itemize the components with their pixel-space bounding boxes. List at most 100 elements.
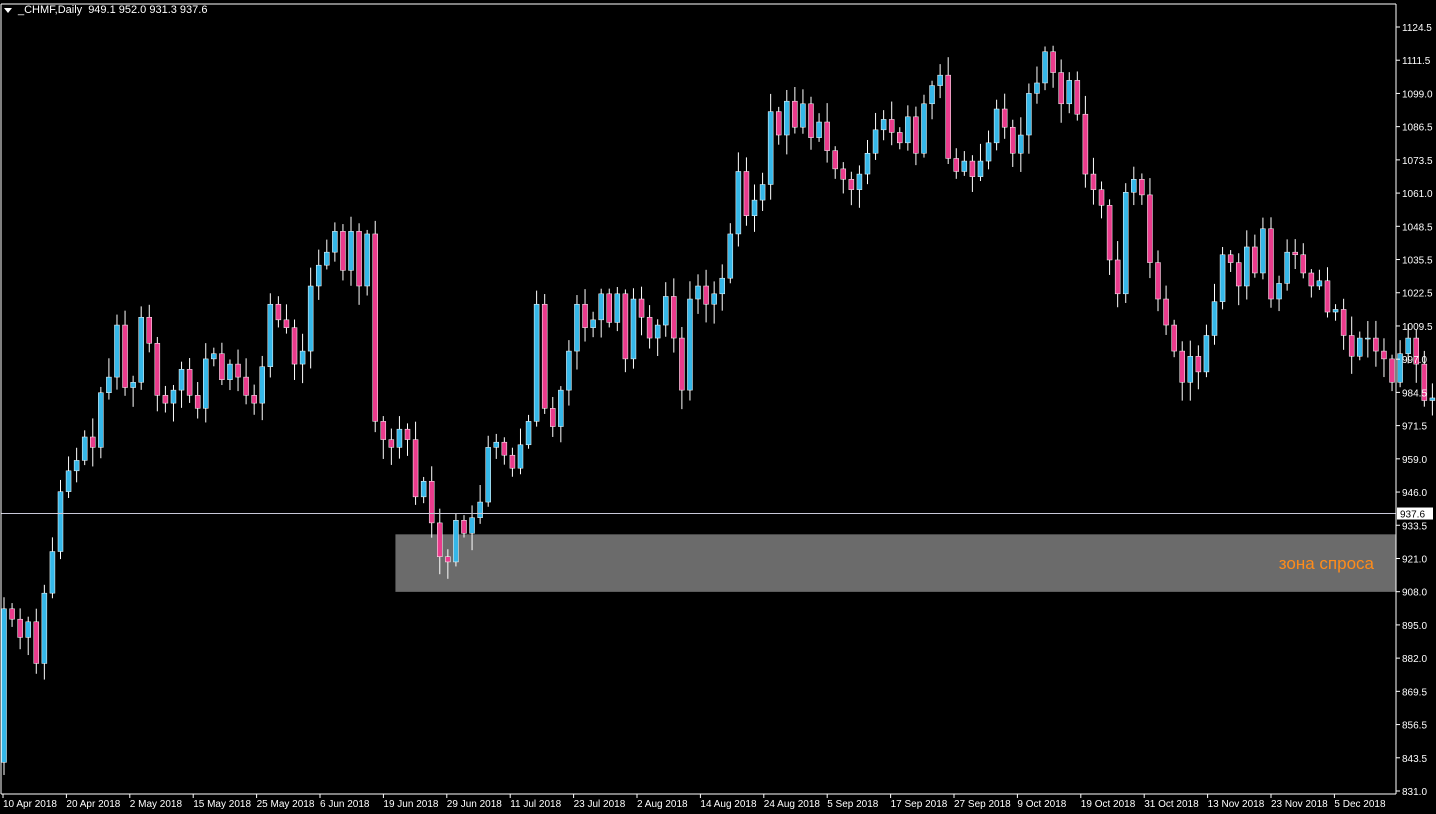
bull-candle bbox=[1284, 251, 1290, 284]
demand-zone bbox=[395, 534, 1396, 592]
bear-candle bbox=[1389, 358, 1395, 383]
y-tick-label: 959.0 bbox=[1402, 455, 1427, 466]
x-tick-label: 23 Nov 2018 bbox=[1271, 799, 1328, 810]
y-tick-label: 1048.5 bbox=[1402, 222, 1433, 233]
y-tick-label: 984.5 bbox=[1402, 388, 1427, 399]
bull-candle bbox=[985, 142, 992, 162]
bull-candle bbox=[1260, 228, 1266, 274]
bear-candle bbox=[638, 298, 645, 318]
y-tick-label: 856.5 bbox=[1402, 721, 1427, 732]
bear-candle bbox=[1308, 272, 1315, 287]
bear-candle bbox=[437, 522, 443, 557]
bull-candle bbox=[41, 592, 48, 664]
x-tick-label: 5 Sep 2018 bbox=[827, 799, 879, 810]
bear-candle bbox=[1058, 72, 1064, 105]
bear-candle bbox=[703, 285, 709, 305]
bull-candle bbox=[324, 251, 330, 266]
bull-candle bbox=[1357, 337, 1363, 357]
bull-candle bbox=[662, 296, 669, 326]
bull-candle bbox=[1187, 356, 1194, 383]
bear-candle bbox=[194, 395, 201, 409]
demand-zone-label: зона спроса bbox=[1279, 554, 1375, 573]
bear-candle bbox=[1147, 194, 1153, 263]
bull-candle bbox=[905, 116, 911, 144]
bear-candle bbox=[428, 480, 435, 524]
bear-candle bbox=[1098, 189, 1105, 206]
bear-candle bbox=[775, 111, 782, 136]
bear-candle bbox=[1381, 350, 1387, 360]
bear-candle bbox=[969, 160, 976, 177]
y-tick-label: 831.0 bbox=[1402, 787, 1427, 798]
bull-candle bbox=[864, 152, 871, 175]
bull-candle bbox=[751, 199, 758, 216]
bear-candle bbox=[1340, 309, 1347, 336]
current-price-label: 937.6 bbox=[1400, 510, 1425, 521]
x-tick-label: 14 Aug 2018 bbox=[700, 799, 757, 810]
bull-candle bbox=[396, 428, 403, 448]
x-tick-label: 2 May 2018 bbox=[130, 799, 183, 810]
x-tick-label: 15 May 2018 bbox=[193, 799, 251, 810]
bull-candle bbox=[130, 382, 136, 388]
bear-candle bbox=[146, 316, 153, 344]
bull-candle bbox=[695, 285, 701, 300]
ohlc-readout: 949.1 952.0 931.3 937.6 bbox=[88, 4, 208, 16]
bull-candle bbox=[138, 316, 144, 383]
x-tick-label: 10 Apr 2018 bbox=[3, 799, 57, 810]
y-tick-label: 1111.5 bbox=[1402, 56, 1431, 67]
bear-candle bbox=[1227, 254, 1234, 263]
bull-candle bbox=[315, 264, 322, 287]
bear-candle bbox=[1348, 335, 1355, 357]
bull-candle bbox=[1332, 309, 1339, 313]
y-tick-label: 908.0 bbox=[1402, 588, 1427, 599]
y-tick-label: 933.5 bbox=[1402, 521, 1427, 532]
bull-candle bbox=[1211, 301, 1218, 336]
bear-candle bbox=[832, 150, 838, 170]
bear-candle bbox=[9, 608, 15, 620]
bull-candle bbox=[106, 376, 112, 393]
x-tick-label: 25 May 2018 bbox=[257, 799, 315, 810]
bear-candle bbox=[1235, 262, 1242, 287]
chart-background bbox=[0, 0, 1436, 814]
bull-candle bbox=[654, 324, 661, 339]
y-tick-label: 869.5 bbox=[1402, 687, 1427, 698]
bear-candle bbox=[1373, 337, 1379, 352]
bear-candle bbox=[17, 618, 23, 638]
chart-menu-dropdown-icon[interactable] bbox=[4, 7, 12, 13]
bear-candle bbox=[1139, 179, 1145, 196]
bear-candle bbox=[186, 369, 193, 396]
bull-candle bbox=[493, 441, 500, 448]
x-tick-label: 9 Oct 2018 bbox=[1017, 799, 1066, 810]
y-tick-label: 997.0 bbox=[1402, 355, 1427, 366]
y-tick-label: 1099.0 bbox=[1402, 89, 1433, 100]
x-tick-label: 17 Sep 2018 bbox=[891, 799, 948, 810]
bull-candle bbox=[98, 392, 104, 448]
bear-candle bbox=[404, 428, 411, 440]
x-tick-label: 23 Jul 2018 bbox=[574, 799, 626, 810]
bull-candle bbox=[727, 233, 734, 279]
y-tick-label: 946.0 bbox=[1402, 488, 1427, 499]
bull-candle bbox=[784, 100, 790, 136]
bear-candle bbox=[1050, 51, 1056, 73]
bull-candle bbox=[267, 303, 274, 367]
bear-candle bbox=[461, 520, 467, 534]
bull-candle bbox=[453, 520, 459, 563]
y-tick-label: 1061.0 bbox=[1402, 189, 1433, 200]
bull-candle bbox=[348, 231, 354, 271]
bear-candle bbox=[1010, 126, 1016, 154]
bear-candle bbox=[1179, 350, 1185, 383]
bull-candle bbox=[65, 470, 72, 492]
bear-candle bbox=[1292, 251, 1298, 256]
bull-candle bbox=[170, 389, 177, 404]
y-tick-label: 882.0 bbox=[1402, 654, 1427, 665]
y-tick-label: 1022.5 bbox=[1402, 289, 1433, 300]
bull-candle bbox=[25, 621, 31, 638]
bull-candle bbox=[517, 444, 524, 469]
x-tick-label: 13 Nov 2018 bbox=[1208, 799, 1265, 810]
bear-candle bbox=[646, 316, 653, 339]
bear-candle bbox=[275, 303, 282, 321]
bull-candle bbox=[614, 293, 621, 323]
candlestick-chart[interactable]: зона спроса 1124.5 1111.5 1099.0 1086.5 1073… bbox=[0, 0, 1436, 814]
bear-candle bbox=[1106, 205, 1113, 261]
bull-candle bbox=[921, 103, 927, 154]
bull-candle bbox=[1276, 283, 1282, 300]
